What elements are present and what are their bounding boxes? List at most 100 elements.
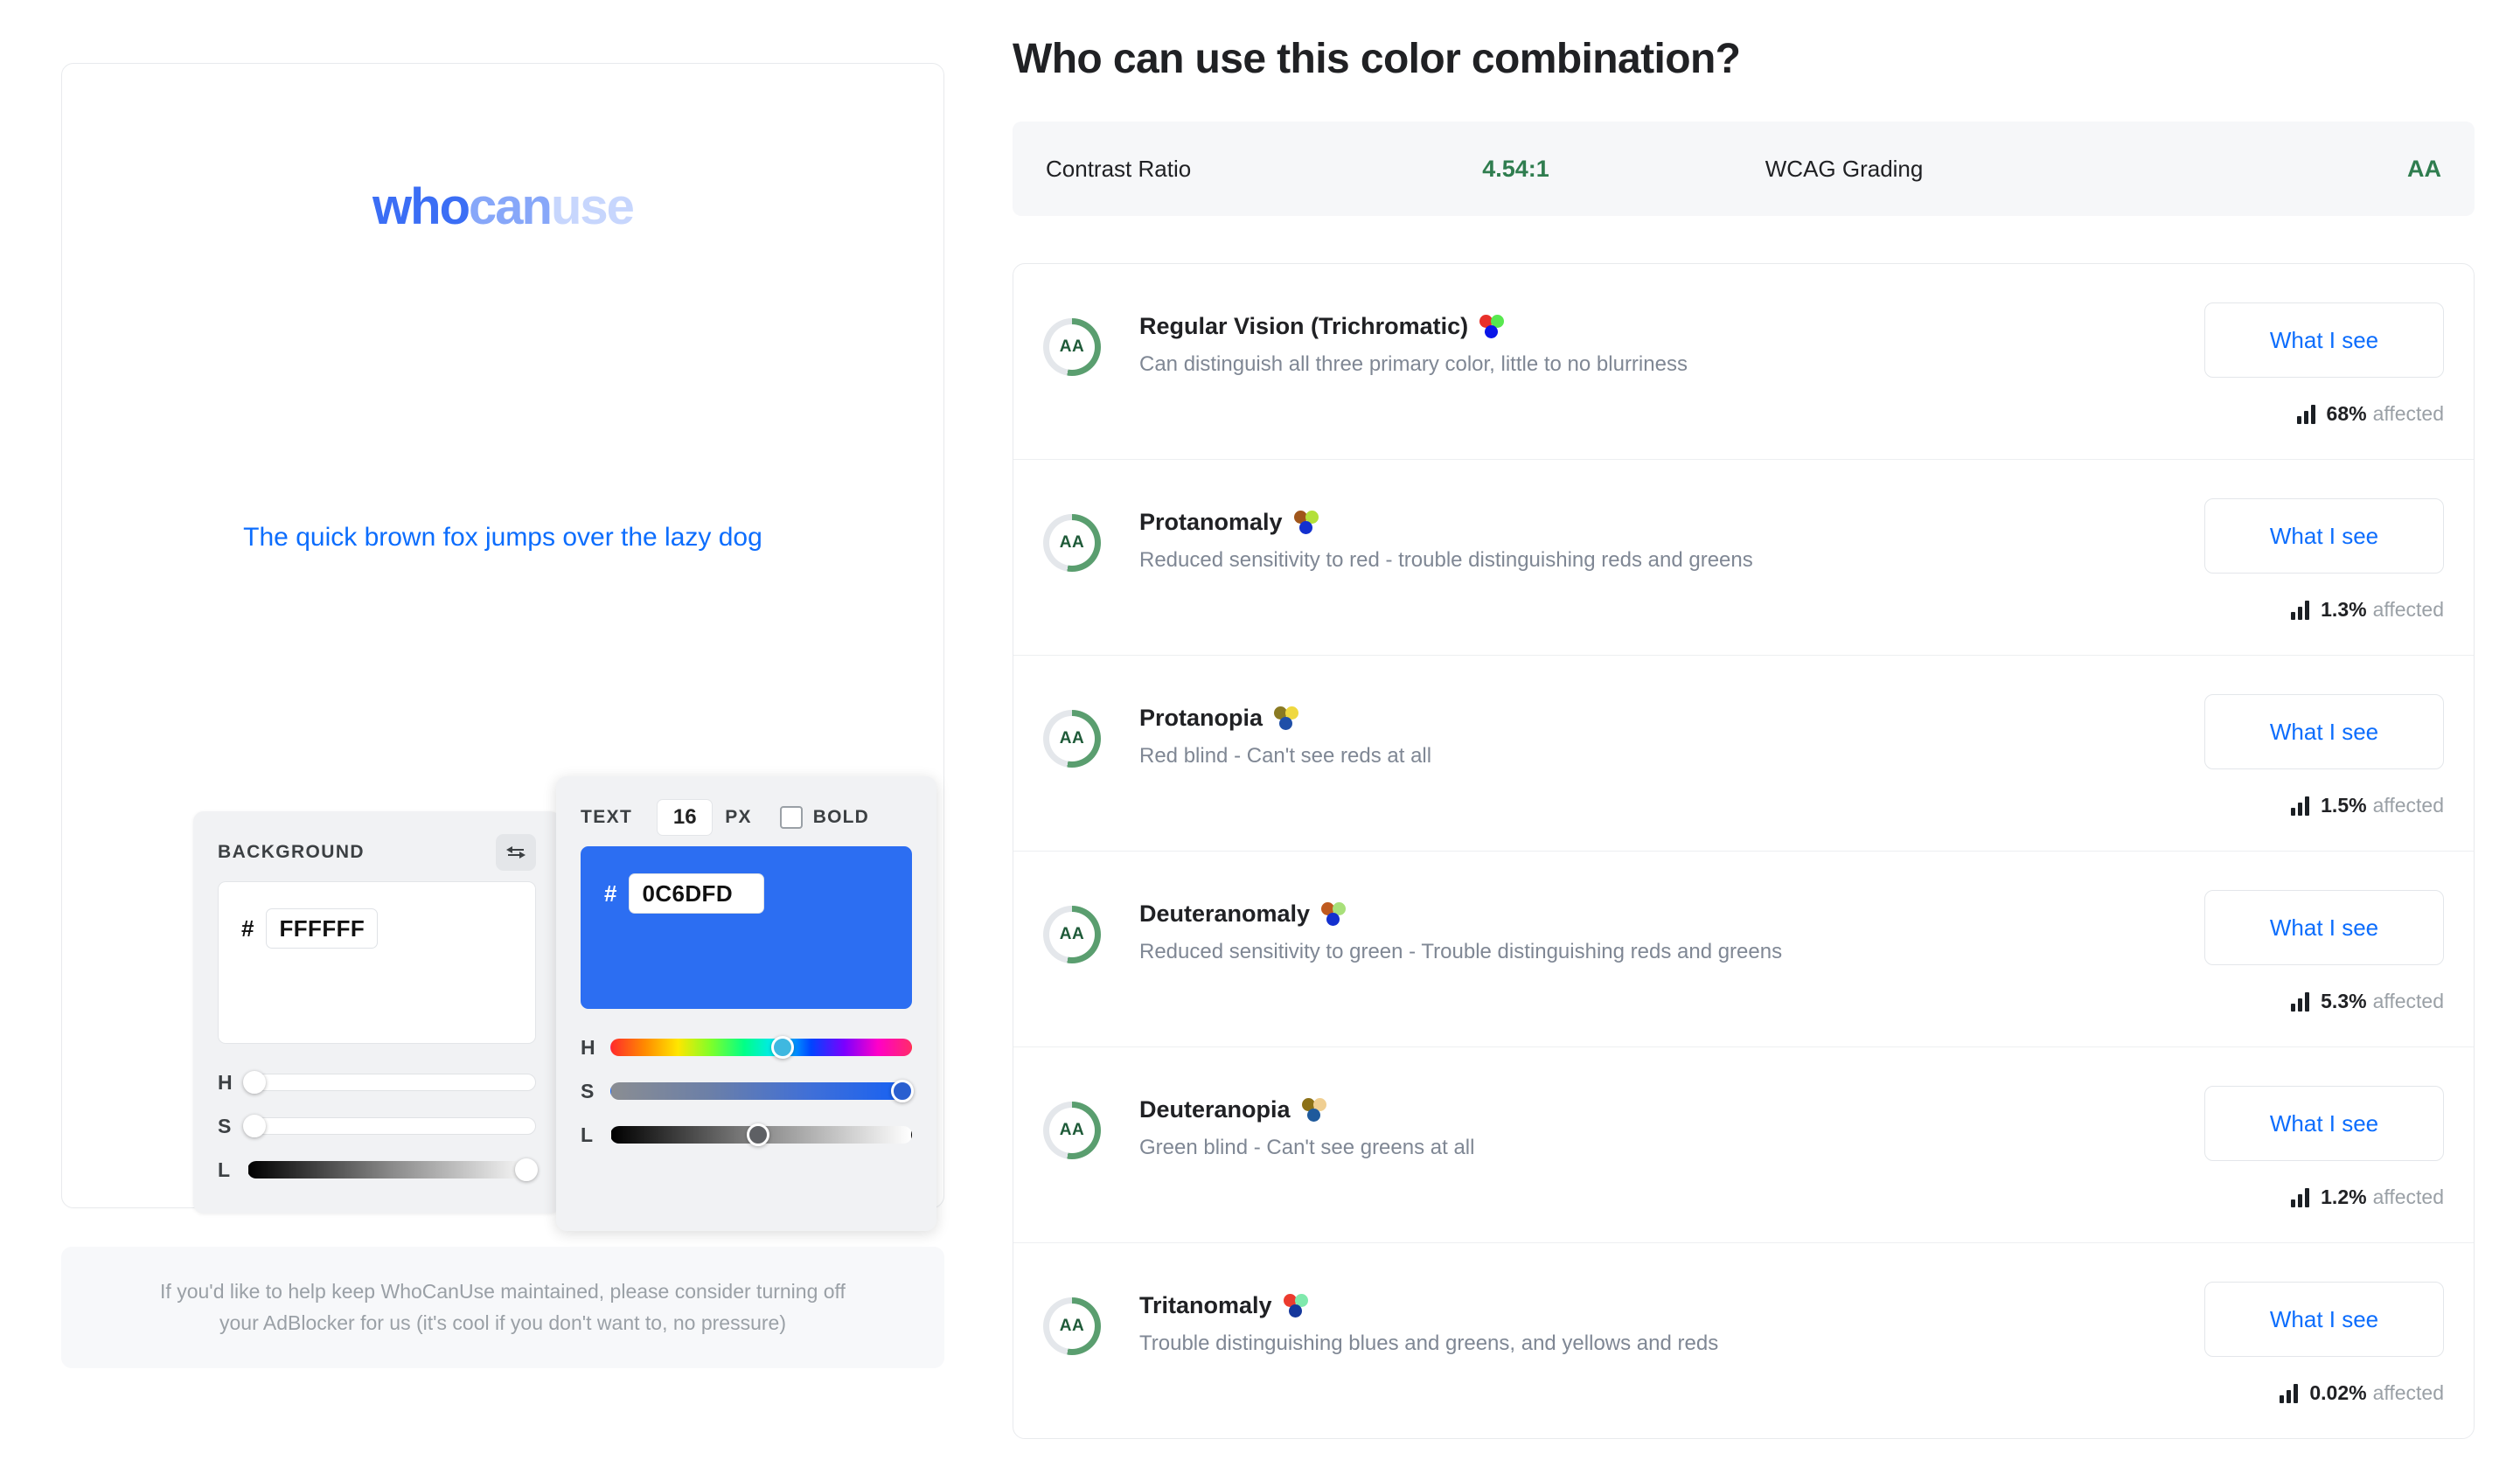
badge-label: AA xyxy=(1059,729,1085,747)
bar-chart-icon xyxy=(2296,404,2315,424)
affected-percent: 0.02% xyxy=(2309,1381,2367,1404)
color-dots-icon xyxy=(1301,1097,1328,1123)
affected-suffix: affected xyxy=(2372,990,2444,1012)
contrast-ratio-label: Contrast Ratio xyxy=(1046,155,1192,182)
swap-arrows-glyph xyxy=(506,846,526,859)
what-i-see-button[interactable]: What I see xyxy=(2204,694,2444,769)
bold-checkbox[interactable] xyxy=(779,806,803,829)
text-panel-header: TEXT 16 PX BOLD xyxy=(581,799,912,836)
background-saturation-track[interactable] xyxy=(242,1115,536,1137)
affected-stat: 1.5% affected xyxy=(2291,794,2444,817)
logo-segment-use: use xyxy=(550,178,635,235)
status-badge: AA xyxy=(1043,514,1101,572)
whocanuse-logo: whocanuse xyxy=(62,177,943,236)
vision-type-description: Green blind - Can't see greens at all xyxy=(1139,1136,1475,1159)
vision-type-name: Tritanomaly xyxy=(1139,1292,1272,1318)
bar-chart-icon xyxy=(2291,1187,2310,1207)
background-saturation-thumb[interactable] xyxy=(242,1115,266,1137)
text-hue-track[interactable] xyxy=(610,1036,912,1059)
affected-suffix: affected xyxy=(2372,598,2444,621)
logo-segment-can: can xyxy=(469,178,553,235)
right-column: Who can use this color combination? Cont… xyxy=(1013,35,2475,1439)
color-dots-icon xyxy=(1479,314,1506,340)
row-info: Tritanomaly Trouble distinguishing blues… xyxy=(1139,1278,2182,1356)
sample-preview-text: The quick brown fox jumps over the lazy … xyxy=(243,523,762,552)
background-hex-input[interactable]: FFFFFF xyxy=(266,908,379,949)
background-lightness-thumb[interactable] xyxy=(515,1158,539,1181)
text-saturation-track[interactable] xyxy=(610,1080,914,1102)
status-badge: AA xyxy=(1043,906,1101,963)
background-panel-header: BACKGROUND xyxy=(218,834,536,871)
row-name-line: Deuteranomaly xyxy=(1139,900,2182,928)
vision-type-description: Trouble distinguishing blues and greens,… xyxy=(1139,1331,1719,1355)
text-hash-symbol: # xyxy=(604,880,617,907)
row-info: Regular Vision (Trichromatic) Can distin… xyxy=(1139,299,2182,377)
bold-toggle-group[interactable]: BOLD xyxy=(779,806,869,829)
text-lightness-track[interactable] xyxy=(610,1123,912,1146)
row-name-line: Protanopia xyxy=(1139,705,2182,732)
what-i-see-button[interactable]: What I see xyxy=(2204,302,2444,378)
table-row: AA Tritanomaly Trouble distinguishing bl… xyxy=(1013,1243,2474,1438)
status-badge: AA xyxy=(1043,710,1101,768)
affected-percent: 5.3% xyxy=(2321,990,2367,1012)
what-i-see-button[interactable]: What I see xyxy=(2204,498,2444,574)
table-row: AA Regular Vision (Trichromatic) Can dis… xyxy=(1013,264,2474,460)
background-sliders: H S L xyxy=(218,1063,539,1189)
contrast-ratio-value: 4.54:1 xyxy=(1482,155,1549,182)
row-info: Deuteranopia Green blind - Can't see gre… xyxy=(1139,1082,2182,1160)
text-sliders: H S L xyxy=(581,1028,914,1154)
affected-percent: 68% xyxy=(2326,402,2367,425)
background-saturation-slider-row: S xyxy=(218,1107,536,1145)
row-actions: What I see 1.5% affected xyxy=(2182,691,2444,817)
text-lightness-thumb[interactable] xyxy=(747,1123,770,1146)
text-saturation-thumb[interactable] xyxy=(890,1080,914,1102)
badge-label: AA xyxy=(1059,533,1085,552)
text-hue-label: H xyxy=(581,1035,595,1059)
vision-type-description: Reduced sensitivity to green - Trouble d… xyxy=(1139,940,1783,963)
text-color-panel: TEXT 16 PX BOLD # 0C6DFD H S L xyxy=(556,776,936,1231)
font-size-input[interactable]: 16 xyxy=(657,799,714,836)
preview-card: whocanuse The quick brown fox jumps over… xyxy=(61,63,944,1231)
swap-horizontal-icon[interactable] xyxy=(496,834,536,871)
left-column: whocanuse The quick brown fox jumps over… xyxy=(61,63,944,1369)
background-lightness-label: L xyxy=(218,1158,231,1181)
background-lightness-slider-row: L xyxy=(218,1151,539,1189)
color-dots-icon xyxy=(1274,706,1300,732)
badge-label: AA xyxy=(1059,337,1085,356)
background-hue-track[interactable] xyxy=(242,1071,536,1094)
vision-type-name: Deuteranopia xyxy=(1139,1096,1291,1123)
page-title: Who can use this color combination? xyxy=(1013,36,1741,82)
color-dots-icon xyxy=(1321,901,1347,928)
text-saturation-slider-row: S xyxy=(581,1072,914,1110)
background-lightness-track[interactable] xyxy=(247,1158,539,1181)
what-i-see-button[interactable]: What I see xyxy=(2204,890,2444,965)
px-unit-label: PX xyxy=(725,807,752,827)
bar-chart-icon xyxy=(2280,1383,2299,1403)
text-hex-input[interactable]: 0C6DFD xyxy=(629,873,765,914)
status-badge: AA xyxy=(1043,1102,1101,1159)
badge-label: AA xyxy=(1059,925,1085,943)
what-i-see-button[interactable]: What I see xyxy=(2204,1282,2444,1357)
table-row: AA Protanomaly Reduced sensitivity to re… xyxy=(1013,460,2474,656)
wcag-grading-label: WCAG Grading xyxy=(1765,155,1924,182)
background-color-swatch[interactable]: # FFFFFF xyxy=(218,881,536,1044)
contrast-summary-bar: Contrast Ratio 4.54:1 WCAG Grading AA xyxy=(1013,122,2475,216)
affected-stat: 5.3% affected xyxy=(2291,990,2444,1013)
text-color-swatch[interactable]: # 0C6DFD xyxy=(581,846,912,1009)
background-hue-thumb[interactable] xyxy=(242,1071,266,1094)
vision-type-description: Red blind - Can't see reds at all xyxy=(1139,744,1432,768)
affected-stat: 1.2% affected xyxy=(2291,1185,2444,1209)
affected-suffix: affected xyxy=(2372,1185,2444,1208)
what-i-see-button[interactable]: What I see xyxy=(2204,1086,2444,1161)
text-hue-thumb[interactable] xyxy=(770,1036,794,1059)
badge-label: AA xyxy=(1059,1317,1085,1335)
row-name-line: Regular Vision (Trichromatic) xyxy=(1139,313,2182,340)
table-row: AA Protanopia Red blind - Can't see reds… xyxy=(1013,656,2474,852)
row-actions: What I see 1.2% affected xyxy=(2182,1082,2444,1209)
bold-label: BOLD xyxy=(812,807,869,827)
status-badge: AA xyxy=(1043,318,1101,376)
vision-type-name: Protanopia xyxy=(1139,705,1263,731)
row-info: Deuteranomaly Reduced sensitivity to gre… xyxy=(1139,886,2182,964)
affected-suffix: affected xyxy=(2372,794,2444,817)
text-lightness-label: L xyxy=(581,1123,594,1146)
